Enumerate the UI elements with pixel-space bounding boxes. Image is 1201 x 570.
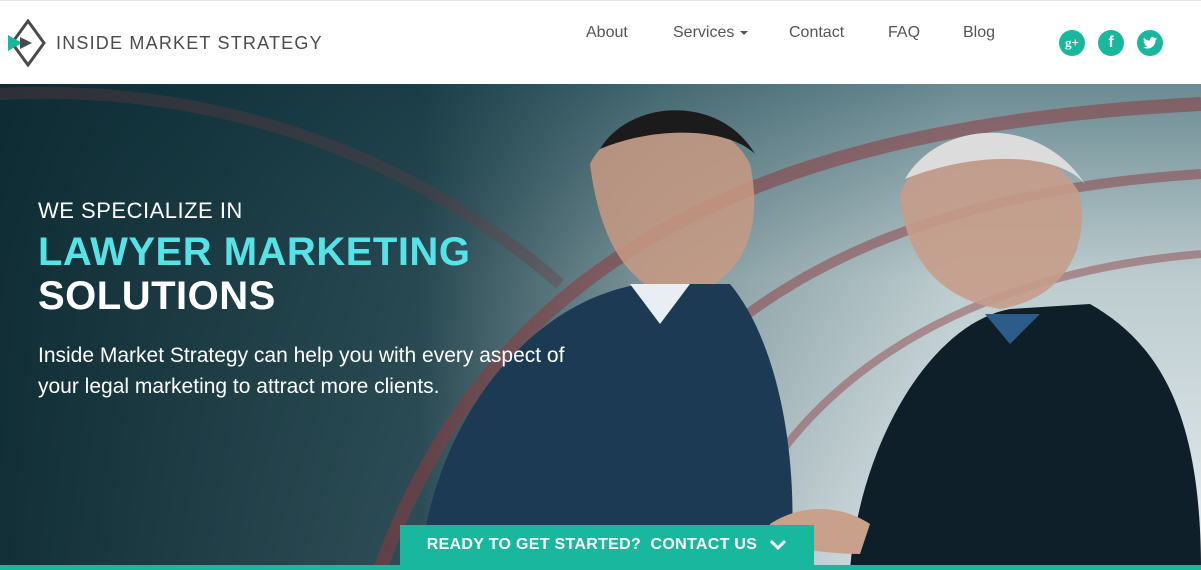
twitter-button[interactable] (1137, 30, 1163, 56)
nav-contact[interactable]: Contact (789, 24, 844, 42)
chevron-down-icon (770, 539, 787, 551)
nav-faq[interactable]: FAQ (888, 24, 920, 42)
accent-bar (0, 565, 1201, 570)
contact-cta-button[interactable]: READY TO GET STARTED? CONTACT US (400, 525, 814, 565)
nav-blog[interactable]: Blog (963, 24, 995, 42)
hero-banner: WE SPECIALIZE IN LAWYER MARKETING SOLUTI… (0, 84, 1201, 570)
google-plus-icon: g+ (1065, 35, 1079, 50)
google-plus-button[interactable]: g+ (1059, 30, 1085, 56)
hero-highlight: LAWYER MARKETING (38, 230, 471, 274)
logo-mark-icon (8, 19, 46, 67)
nav-about[interactable]: About (586, 24, 628, 42)
facebook-icon: f (1108, 34, 1114, 51)
hero-title: SOLUTIONS (38, 274, 276, 318)
brand-name: INSIDE MARKET STRATEGY (56, 32, 323, 53)
caret-down-icon (740, 30, 749, 35)
hero-description: Inside Market Strategy can help you with… (38, 344, 565, 398)
hero-background-image (0, 86, 1201, 570)
facebook-button[interactable]: f (1098, 30, 1124, 56)
site-header: INSIDE MARKET STRATEGY About Services Co… (0, 0, 1201, 85)
nav-services[interactable]: Services (673, 24, 749, 42)
cta-label: READY TO GET STARTED? CONTACT US (426, 536, 758, 553)
hero-kicker: WE SPECIALIZE IN (38, 198, 243, 223)
twitter-icon (1143, 37, 1157, 49)
logo[interactable]: INSIDE MARKET STRATEGY (8, 19, 323, 67)
nav-services-label: Services (673, 24, 735, 41)
